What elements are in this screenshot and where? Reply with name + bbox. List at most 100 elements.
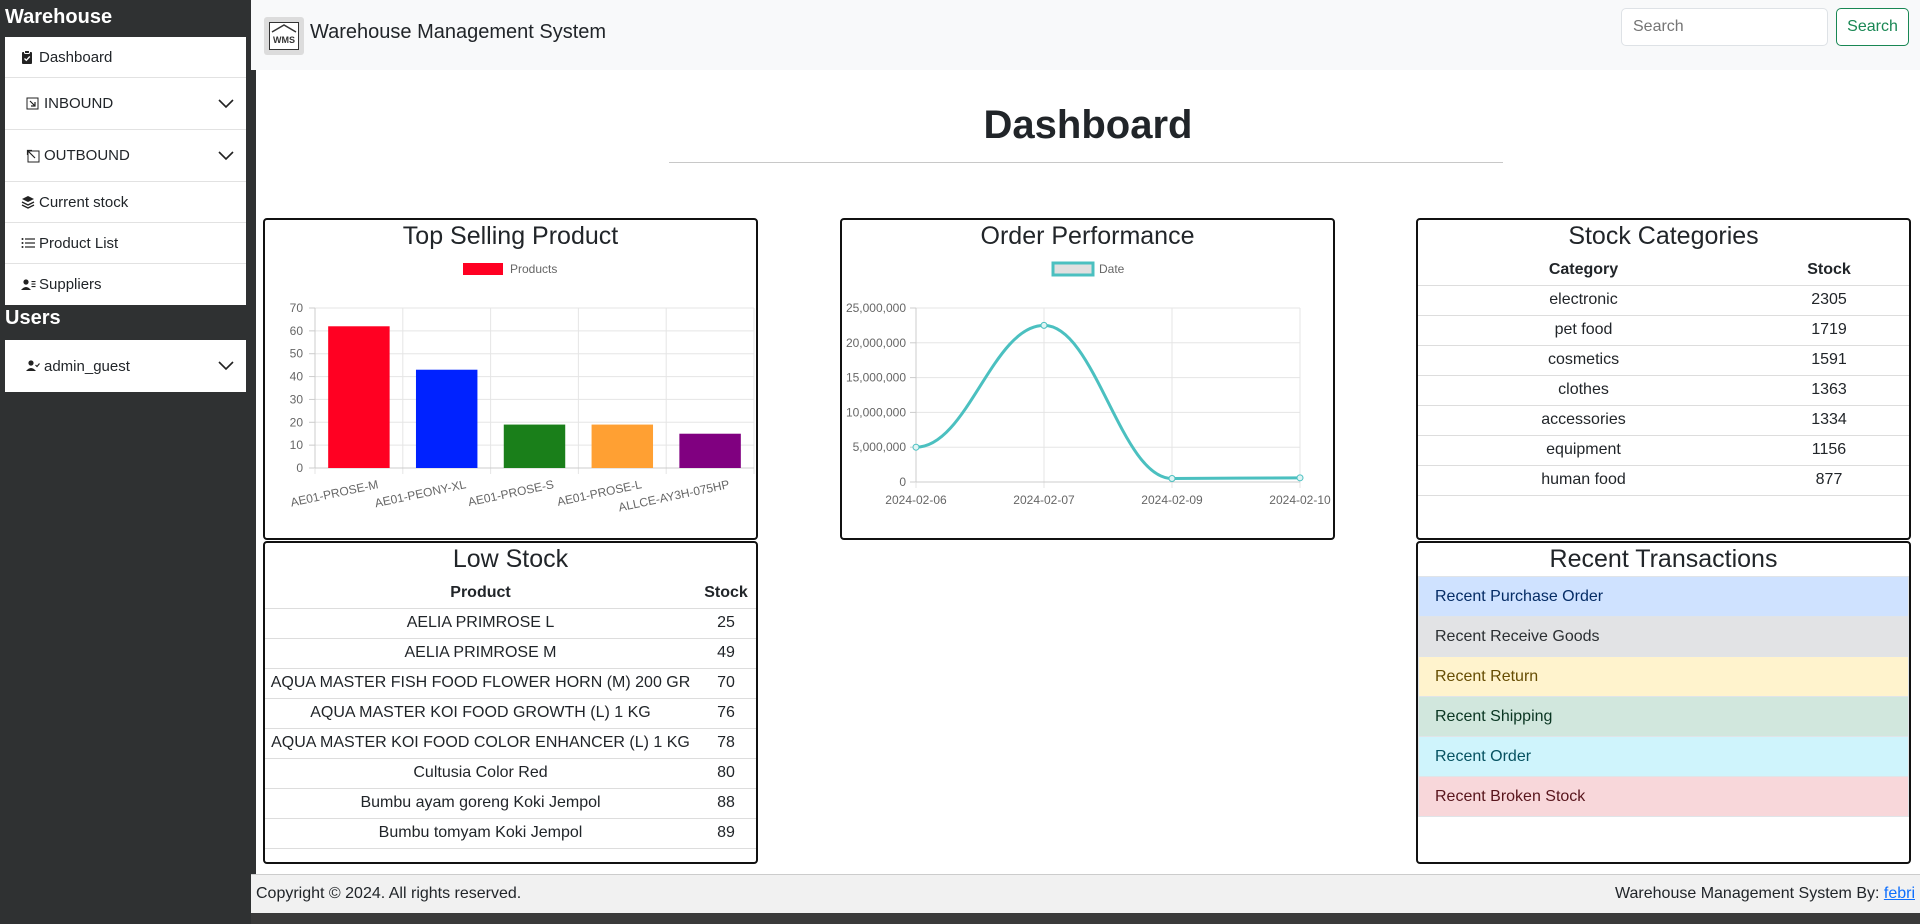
transaction-link[interactable]: Recent Receive Goods: [1418, 616, 1909, 657]
top-selling-chart: Products010203040506070AE01-PROSE-MAE01-…: [289, 262, 755, 514]
stock-cell: 1363: [1749, 375, 1909, 406]
y-tick-label: 0: [899, 475, 906, 489]
stock-categories-card: Stock Categories Category Stock electron…: [1416, 218, 1911, 540]
user-check-icon: [26, 360, 44, 372]
x-tick-label: AE01-PROSE-M: [289, 477, 379, 509]
footer: Copyright © 2024. All rights reserved. W…: [251, 874, 1920, 913]
sidebar-item-label: Dashboard: [39, 48, 113, 66]
app-logo[interactable]: WMS: [264, 17, 304, 55]
footer-credit: Warehouse Management System By: febri: [1615, 885, 1915, 903]
stock-cell: 89: [696, 818, 756, 849]
sidebar-title: Warehouse: [5, 6, 113, 28]
stock-cell: 76: [696, 698, 756, 729]
bar: [591, 424, 654, 468]
stock-cell: 1719: [1749, 315, 1909, 346]
chevron-down-icon[interactable]: [206, 150, 246, 161]
data-point: [1040, 321, 1048, 329]
category-cell: cosmetics: [1418, 345, 1749, 376]
y-tick-label: 30: [290, 392, 304, 406]
outbound-icon: [26, 149, 44, 163]
y-tick-label: 40: [290, 370, 304, 384]
product-cell: AELIA PRIMROSE L: [265, 608, 696, 639]
x-tick-label: 2024-02-10: [1269, 493, 1331, 507]
low-stock-title: Low Stock: [452, 545, 569, 573]
table-row: accessories 1334: [1418, 405, 1909, 436]
table-row: human food 877: [1418, 465, 1909, 496]
sidebar-item-user[interactable]: admin_guest: [5, 340, 246, 392]
legend-swatch: [463, 263, 503, 275]
category-cell: clothes: [1418, 375, 1749, 406]
table-row: Cultusia Color Red 80: [265, 758, 756, 789]
transaction-link[interactable]: Recent Shipping: [1418, 696, 1909, 737]
sidebar-item-suppliers[interactable]: Suppliers: [5, 264, 246, 305]
legend-label: Products: [510, 262, 557, 276]
search-button[interactable]: Search: [1836, 8, 1909, 46]
clipboard-icon: [21, 50, 39, 64]
transaction-link[interactable]: Recent Broken Stock: [1418, 776, 1909, 817]
x-tick-label: 2024-02-07: [1013, 493, 1075, 507]
stock-cell: 2305: [1749, 285, 1909, 316]
category-cell: pet food: [1418, 315, 1749, 346]
logo-text: WMS: [273, 35, 295, 45]
transaction-link[interactable]: Recent Purchase Order: [1418, 576, 1909, 617]
legend-label: Date: [1099, 262, 1125, 276]
main-area: WMS Warehouse Management System Search D…: [251, 0, 1920, 924]
top-selling-card: Top Selling Product Products 0 10 20 30 40 50 6…: [263, 218, 758, 540]
sidebar-item-product-list[interactable]: Product List: [5, 223, 246, 264]
bottom-strip: [251, 913, 1920, 924]
sidebar-menu: Dashboard INBOUND OUTBOUND Current stock…: [5, 37, 246, 305]
transaction-link[interactable]: Recent Return: [1418, 656, 1909, 697]
table-row: Bumbu tomyam Koki Jempol 89: [265, 818, 756, 849]
bar: [503, 424, 566, 468]
app-title[interactable]: Warehouse Management System: [310, 21, 606, 44]
order-performance-title: Order Performance: [980, 222, 1195, 250]
y-tick-label: 5,000,000: [853, 440, 907, 454]
table-row: cosmetics 1591: [1418, 345, 1909, 376]
table-header-row: Product Stock: [265, 578, 756, 609]
layers-icon: [21, 195, 39, 209]
recent-transactions-title: Recent Transactions: [1549, 545, 1778, 573]
footer-copyright: Copyright © 2024. All rights reserved.: [256, 885, 522, 902]
data-point: [1168, 475, 1176, 483]
stock-cell: 80: [696, 758, 756, 789]
sidebar-item-dashboard[interactable]: Dashboard: [5, 37, 246, 78]
stock-cell: 70: [696, 668, 756, 699]
product-cell: Bumbu tomyam Koki Jempol: [265, 818, 696, 849]
sidebar-item-outbound[interactable]: OUTBOUND: [5, 130, 246, 182]
author-link[interactable]: febri: [1884, 885, 1915, 902]
x-tick-label: AE01-PEONY-XL: [374, 477, 468, 510]
y-tick-label: 50: [290, 347, 304, 361]
table-row: AQUA MASTER KOI FOOD COLOR ENHANCER (L) …: [265, 728, 756, 759]
transaction-link[interactable]: Recent Order: [1418, 736, 1909, 777]
stock-cell: 49: [696, 638, 756, 669]
category-cell: electronic: [1418, 285, 1749, 316]
product-cell: Cultusia Color Red: [265, 758, 696, 789]
inbound-icon: [26, 97, 44, 111]
sidebar-item-current-stock[interactable]: Current stock: [5, 182, 246, 223]
stock-cell: 1156: [1749, 435, 1909, 466]
sidebar-item-label: Suppliers: [39, 276, 102, 293]
title-divider: [669, 162, 1503, 163]
product-cell: AQUA MASTER KOI FOOD GROWTH (L) 1 KG: [265, 698, 696, 729]
sidebar: Warehouse Dashboard INBOUND OUTBOUND Cur…: [0, 0, 251, 924]
column-header-stock: Stock: [1749, 255, 1909, 286]
column-header-stock: Stock: [696, 578, 756, 609]
search-input[interactable]: [1621, 8, 1828, 46]
chevron-down-icon[interactable]: [206, 98, 246, 109]
stock-categories-title: Stock Categories: [1568, 222, 1759, 250]
product-cell: AQUA MASTER KOI FOOD COLOR ENHANCER (L) …: [265, 728, 696, 759]
sidebar-item-label: INBOUND: [44, 95, 114, 112]
y-tick-label: 60: [290, 324, 304, 338]
bar: [679, 433, 741, 468]
bar: [415, 369, 478, 468]
column-header-category: Category: [1418, 255, 1749, 286]
order-performance-card: Order Performance Date 0 5,000,000 10,000,0…: [840, 218, 1335, 540]
series-line: [915, 323, 1301, 481]
chevron-down-icon[interactable]: [206, 361, 246, 371]
stock-cell: 88: [696, 788, 756, 819]
sidebar-item-inbound[interactable]: INBOUND: [5, 78, 246, 130]
stock-cell: 1334: [1749, 405, 1909, 436]
sidebar-users-menu: admin_guest: [5, 340, 246, 392]
users-icon: [21, 278, 39, 291]
table-row: clothes 1363: [1418, 375, 1909, 406]
